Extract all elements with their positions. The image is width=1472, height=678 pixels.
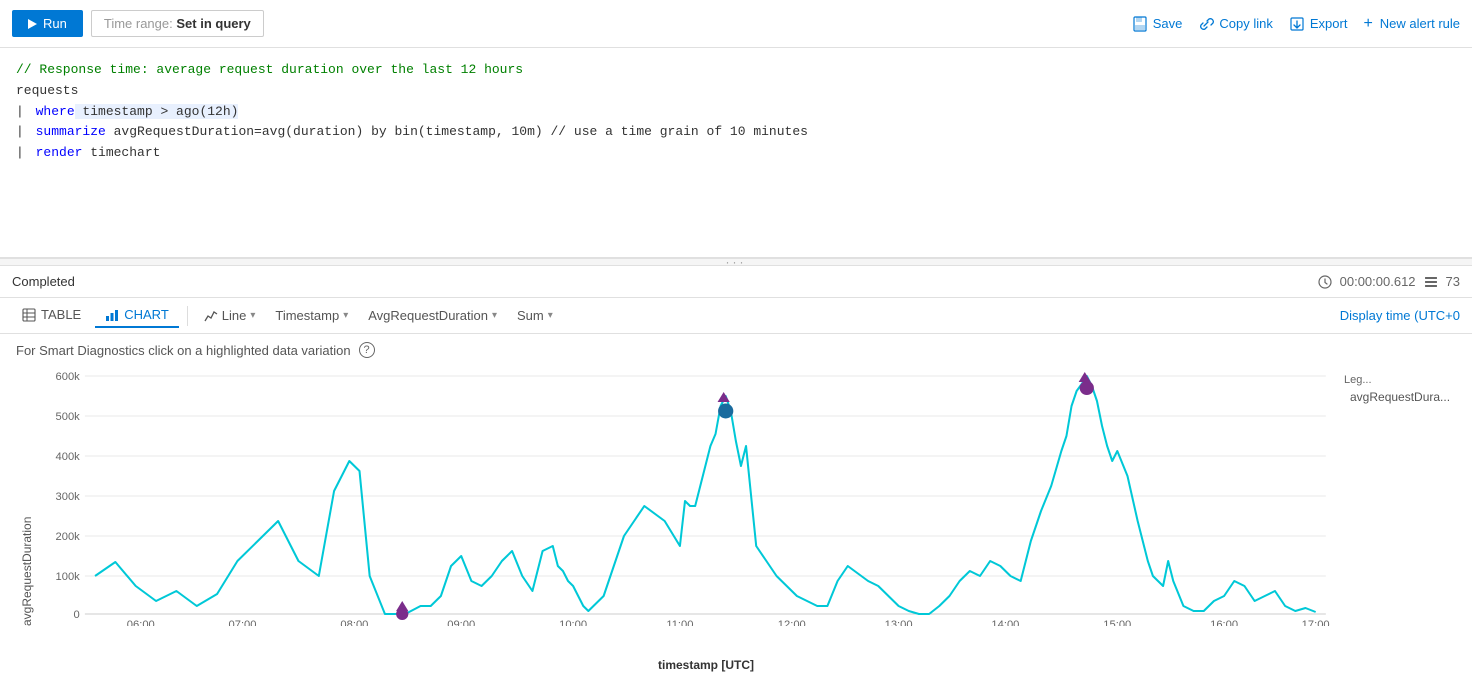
svg-text:17:00: 17:00 (1302, 619, 1330, 626)
svg-text:07:00: 07:00 (229, 619, 257, 626)
display-time: Display time (UTC+0 (1340, 308, 1460, 323)
run-label: Run (43, 16, 67, 31)
avg-request-label: AvgRequestDuration (368, 308, 488, 323)
time-range-prefix: Time range: (104, 16, 173, 31)
tab-separator (187, 306, 188, 326)
svg-text:600k: 600k (56, 371, 81, 383)
plus-icon: + (1363, 15, 1372, 33)
svg-text:09:00: 09:00 (447, 619, 475, 626)
svg-text:06:00: 06:00 (127, 619, 155, 626)
results-meta: 00:00:00.612 73 (1318, 274, 1460, 289)
results-bar: Completed 00:00:00.612 73 (0, 266, 1472, 298)
toolbar-right-actions: Save Copy link Export + New alert rule (1132, 15, 1460, 33)
sum-chevron-icon: ▾ (548, 310, 553, 321)
svg-text:11:00: 11:00 (666, 619, 693, 626)
line-chart-icon (204, 309, 218, 323)
smart-diagnostics-text: For Smart Diagnostics click on a highlig… (16, 343, 351, 358)
avg-request-dropdown[interactable]: AvgRequestDuration ▾ (360, 304, 505, 327)
legend-title: Leg... (1344, 374, 1448, 386)
legend-series-label: avgRequestDura... (1350, 390, 1450, 404)
table-icon (22, 308, 36, 322)
play-icon (28, 19, 37, 29)
query-line4: | render timechart (16, 143, 1456, 164)
svg-text:15:00: 15:00 (1103, 619, 1131, 626)
save-icon (1132, 16, 1148, 32)
legend-area: Leg... avgRequestDura... (1336, 366, 1456, 626)
line-label: Line (222, 308, 247, 323)
copy-link-icon (1198, 16, 1214, 32)
help-icon[interactable]: ? (359, 342, 375, 358)
svg-text:08:00: 08:00 (340, 619, 368, 626)
svg-text:500k: 500k (56, 411, 81, 423)
svg-text:16:00: 16:00 (1210, 619, 1238, 626)
chart-area: For Smart Diagnostics click on a highlig… (0, 334, 1472, 678)
tab-table[interactable]: TABLE (12, 303, 91, 328)
new-alert-label: New alert rule (1380, 16, 1460, 31)
line-chevron-icon: ▾ (250, 310, 255, 321)
export-icon (1289, 16, 1305, 32)
svg-text:14:00: 14:00 (991, 619, 1019, 626)
tab-table-label: TABLE (41, 307, 81, 322)
chart-svg: 600k 500k 400k 300k 200k 100k 0 06:00 07… (34, 366, 1336, 626)
sum-label: Sum (517, 308, 544, 323)
svg-text:100k: 100k (56, 571, 81, 583)
resize-handle[interactable]: ··· (0, 258, 1472, 266)
run-button[interactable]: Run (12, 10, 83, 37)
chart-inner[interactable]: 600k 500k 400k 300k 200k 100k 0 06:00 07… (34, 366, 1336, 626)
query-line2: | where timestamp > ago(12h) (16, 102, 1456, 123)
clock-icon (1318, 275, 1332, 289)
svg-text:300k: 300k (56, 491, 81, 503)
svg-text:10:00: 10:00 (559, 619, 587, 626)
svg-text:13:00: 13:00 (885, 619, 913, 626)
line-dropdown[interactable]: Line ▾ (196, 304, 264, 327)
rows-icon (1424, 275, 1438, 289)
save-label: Save (1153, 16, 1183, 31)
query-line3: | summarize avgRequestDuration=avg(durat… (16, 122, 1456, 143)
time-range-button[interactable]: Time range: Set in query (91, 10, 264, 37)
query-comment: // Response time: average request durati… (16, 60, 1456, 81)
copy-link-label: Copy link (1219, 16, 1272, 31)
chart-icon (105, 308, 119, 322)
x-axis-label: timestamp [UTC] (60, 656, 1352, 678)
timestamp-dropdown[interactable]: Timestamp ▾ (267, 304, 356, 327)
rows-value: 73 (1446, 274, 1460, 289)
copy-link-button[interactable]: Copy link (1198, 16, 1272, 32)
smart-diagnostics-bar: For Smart Diagnostics click on a highlig… (0, 334, 1472, 366)
duration-value: 00:00:00.612 (1340, 274, 1416, 289)
avg-chevron-icon: ▾ (492, 310, 497, 321)
chart-container: avgRequestDuration 600k 500k 400k 300k 2… (0, 366, 1472, 656)
timestamp-label: Timestamp (275, 308, 339, 323)
new-alert-button[interactable]: + New alert rule (1363, 15, 1460, 33)
svg-text:0: 0 (74, 609, 80, 621)
tab-chart[interactable]: CHART (95, 303, 179, 328)
toolbar: Run Time range: Set in query Save Copy l… (0, 0, 1472, 48)
query-table: requests (16, 81, 1456, 102)
legend-item: avgRequestDura... (1344, 390, 1448, 404)
svg-text:400k: 400k (56, 451, 81, 463)
svg-text:12:00: 12:00 (778, 619, 806, 626)
tab-chart-label: CHART (124, 307, 169, 322)
save-button[interactable]: Save (1132, 16, 1183, 32)
status-text: Completed (12, 274, 75, 289)
export-label: Export (1310, 16, 1348, 31)
chart-tabs-bar: TABLE CHART Line ▾ Timestamp ▾ AvgReques… (0, 298, 1472, 334)
sum-dropdown[interactable]: Sum ▾ (509, 304, 561, 327)
export-button[interactable]: Export (1289, 16, 1348, 32)
y-axis-label: avgRequestDuration (16, 366, 34, 626)
svg-text:200k: 200k (56, 531, 81, 543)
timestamp-chevron-icon: ▾ (343, 310, 348, 321)
query-editor[interactable]: // Response time: average request durati… (0, 48, 1472, 258)
